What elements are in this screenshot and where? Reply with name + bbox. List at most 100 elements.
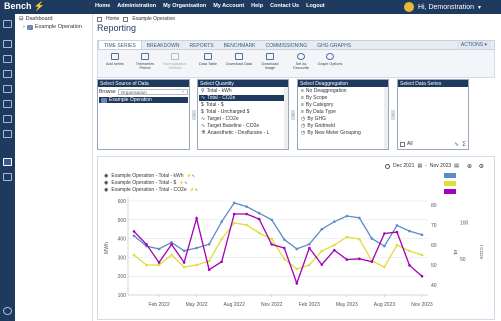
- tool-label: Timeseries Period: [135, 62, 155, 71]
- deaggregation-item[interactable]: ◷ By Gridmeld: [299, 123, 387, 129]
- tab-time-series[interactable]: TIME SERIES: [98, 41, 142, 49]
- deaggregation-item[interactable]: ◷ By New Meter Grouping: [299, 130, 387, 136]
- download-data-button[interactable]: Download Data: [226, 53, 252, 66]
- monitor-icon[interactable]: [3, 130, 12, 138]
- nav-my-account[interactable]: My Account: [213, 3, 244, 9]
- download-image-button[interactable]: Download Image: [257, 53, 283, 71]
- building-icon[interactable]: [3, 85, 12, 93]
- data-point: [333, 220, 336, 223]
- timeseries-period-button[interactable]: Timeseries Period: [132, 53, 158, 71]
- arrow-right-icon[interactable]: ›: [192, 110, 196, 120]
- y3-tick-label: 100: [460, 221, 469, 227]
- deaggregation-item[interactable]: ≡ By Data Type: [299, 109, 387, 115]
- chart-icon[interactable]: [3, 70, 12, 78]
- set-favourite-button[interactable]: Set as Favourite: [288, 53, 314, 71]
- folder-icon[interactable]: [3, 55, 12, 63]
- breadcrumb-current[interactable]: Example Operation: [132, 16, 175, 22]
- card-icon[interactable]: [3, 100, 12, 108]
- tab-reports[interactable]: REPORTS: [184, 41, 218, 49]
- deaggregation-item[interactable]: ≡ By Scope: [299, 95, 387, 101]
- tab-commissioning[interactable]: COMMISSIONING: [261, 41, 313, 49]
- toolbar: Add series Timeseries Period Normalisati…: [97, 50, 495, 78]
- data-point: [207, 259, 211, 263]
- data-point: [207, 242, 211, 246]
- deaggregation-item[interactable]: ≡ No Deaggregation: [299, 88, 387, 94]
- image-icon: [266, 53, 274, 60]
- tab-breakdown[interactable]: BREAKDOWN: [142, 41, 185, 49]
- icon-rail: [0, 14, 15, 321]
- nav-home[interactable]: Home: [95, 3, 110, 9]
- data-point: [207, 268, 211, 271]
- list-icon[interactable]: [3, 115, 12, 123]
- deaggregation-item-label: By Data Type: [305, 109, 336, 115]
- page-title: Reporting: [97, 23, 137, 33]
- scrollbar[interactable]: [284, 87, 288, 149]
- series-panel-header: Select Data Series: [398, 80, 468, 87]
- data-table-button[interactable]: Data Table: [195, 53, 221, 66]
- nav-contact-us[interactable]: Contact Us: [270, 3, 299, 9]
- folder-icon: [101, 97, 107, 103]
- user-icon[interactable]: [3, 307, 12, 315]
- breadcrumb-home[interactable]: Home: [106, 16, 119, 22]
- tab-ghg-graphs[interactable]: GHG GRAPHS: [312, 41, 356, 49]
- tree-root-label: Dashboard: [25, 16, 53, 22]
- nav-administration[interactable]: Administration: [117, 3, 156, 9]
- data-point: [132, 253, 136, 257]
- quantity-item[interactable]: $ Total - Uncharged $: [199, 109, 287, 115]
- dashboard-icon[interactable]: [3, 40, 12, 48]
- data-point: [220, 220, 223, 223]
- data-point: [232, 221, 236, 225]
- series-type-icon[interactable]: ∿: [454, 141, 459, 148]
- scrollbar[interactable]: [384, 87, 388, 149]
- chart-plot[interactable]: 100200300400500600MWh4050607080k$50100t …: [98, 157, 494, 319]
- data-point: [383, 265, 386, 269]
- select-all-checkbox[interactable]: [400, 141, 405, 147]
- menu-icon[interactable]: [3, 20, 12, 28]
- line-chart-icon[interactable]: [3, 158, 12, 166]
- breadcrumb-current-checkbox[interactable]: [123, 16, 129, 22]
- deaggregation-item-label: By Gridmeld: [307, 123, 335, 129]
- actions-menu-button[interactable]: ACTIONS ▾: [456, 41, 491, 49]
- arrow-right-icon[interactable]: ›: [391, 110, 395, 120]
- tab-benchmark[interactable]: BENCHMARK: [219, 41, 261, 49]
- source-type-select[interactable]: Organisation: [117, 88, 188, 95]
- brand-logo[interactable]: Bench ⚡: [4, 1, 45, 12]
- data-point: [295, 282, 299, 285]
- tree-item-example-operation[interactable]: › Example Operation: [23, 24, 82, 30]
- document-icon[interactable]: [3, 173, 12, 181]
- user-menu[interactable]: Hi, Demonstration ▾: [403, 2, 481, 12]
- select-all-label: All: [407, 141, 413, 147]
- data-point: [157, 261, 161, 264]
- nav-logout[interactable]: Logout: [306, 3, 325, 9]
- source-item[interactable]: Example Operation: [99, 97, 188, 103]
- data-point: [145, 263, 148, 267]
- nav-help[interactable]: Help: [251, 3, 263, 9]
- tree-root[interactable]: ⊟ Dashboard: [19, 16, 53, 22]
- deaggregation-item[interactable]: ◷ By GHG: [299, 116, 387, 122]
- quantity-item[interactable]: $ Total - $: [199, 102, 287, 108]
- data-point: [245, 205, 248, 208]
- sum-icon[interactable]: Σ: [462, 142, 466, 148]
- data-point: [420, 233, 424, 237]
- quantity-item[interactable]: ∿ Target - CO2e: [199, 116, 287, 122]
- data-point: [358, 237, 361, 241]
- quantity-item[interactable]: ∿ Target Baseline - CO2e: [199, 123, 287, 129]
- graph-options-button[interactable]: Graph Options: [317, 53, 343, 66]
- add-series-button[interactable]: Add series: [102, 53, 128, 66]
- quantity-item[interactable]: ⚲ Total - kWh: [199, 88, 287, 94]
- main-content: Home Example Operation Reporting TIME SE…: [95, 14, 501, 321]
- arrow-right-icon[interactable]: ›: [291, 110, 295, 120]
- normalisation-method-button[interactable]: Normalisation Method: [162, 53, 188, 71]
- nav-my-organisation[interactable]: My Organisation: [163, 3, 206, 9]
- quantity-item-selected[interactable]: ∿ Total - CO2e: [199, 95, 287, 101]
- x-tick-label: May 2023: [336, 302, 358, 308]
- deaggregation-item[interactable]: ≡ By Category: [299, 102, 387, 108]
- chevron-right-icon[interactable]: ›: [23, 24, 25, 30]
- y-tick-label: 400: [118, 237, 127, 243]
- collapse-icon[interactable]: ⊟: [19, 16, 24, 22]
- breadcrumb: Home Example Operation: [97, 16, 175, 22]
- deaggregation-item-label: By GHG: [307, 116, 326, 122]
- quantity-item[interactable]: ⚗ Anaesthetic - Desflurane - L: [199, 130, 287, 136]
- breadcrumb-home-checkbox[interactable]: [97, 16, 102, 22]
- gear-icon: [326, 53, 334, 60]
